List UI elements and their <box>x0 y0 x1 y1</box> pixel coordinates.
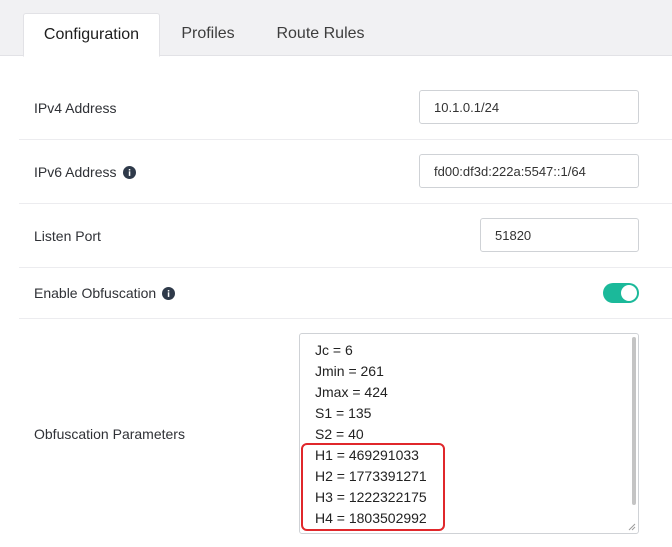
ipv4-label: IPv4 Address <box>34 100 117 116</box>
info-icon[interactable] <box>162 286 176 300</box>
enable-obfuscation-label: Enable Obfuscation <box>34 285 176 301</box>
scrollbar-thumb[interactable] <box>632 337 636 505</box>
ipv6-input[interactable] <box>419 154 639 188</box>
param-line: S1 = 135 <box>315 405 372 421</box>
ipv6-label: IPv6 Address <box>34 164 136 180</box>
ipv4-input[interactable] <box>419 90 639 124</box>
ipv4-label-text: IPv4 Address <box>34 100 117 116</box>
tab-profiles[interactable]: Profiles <box>165 13 251 56</box>
obfuscation-params-textarea[interactable]: Jc = 6 Jmin = 261 Jmax = 424 S1 = 135 S2… <box>299 333 639 534</box>
enable-obfuscation-label-text: Enable Obfuscation <box>34 285 157 301</box>
obfuscation-params-label-text: Obfuscation Parameters <box>34 426 185 442</box>
param-line: H3 = 1222322175 <box>315 489 427 505</box>
textarea-scrollbar[interactable] <box>632 337 636 517</box>
listen-port-input[interactable] <box>480 218 639 252</box>
param-line: Jc = 6 <box>315 342 353 358</box>
info-icon[interactable] <box>122 165 136 179</box>
tab-bar: Configuration Profiles Route Rules <box>0 0 672 57</box>
param-line: Jmax = 424 <box>315 384 388 400</box>
resize-grip-icon[interactable] <box>628 523 636 531</box>
obfuscation-toggle[interactable] <box>603 283 639 303</box>
param-line: H4 = 1803502992 <box>315 510 427 526</box>
param-line: H1 = 469291033 <box>315 447 419 463</box>
obfuscation-params-label: Obfuscation Parameters <box>34 426 185 442</box>
listen-port-label: Listen Port <box>34 228 101 244</box>
tab-configuration[interactable]: Configuration <box>23 13 160 57</box>
param-line: H2 = 1773391271 <box>315 468 427 484</box>
enable-obfuscation-row: Enable Obfuscation <box>19 268 672 319</box>
ipv6-label-text: IPv6 Address <box>34 164 117 180</box>
param-line: S2 = 40 <box>315 426 364 442</box>
listen-port-label-text: Listen Port <box>34 228 101 244</box>
param-line: Jmin = 261 <box>315 363 384 379</box>
toggle-knob <box>621 285 637 301</box>
tab-route-rules[interactable]: Route Rules <box>260 13 381 56</box>
